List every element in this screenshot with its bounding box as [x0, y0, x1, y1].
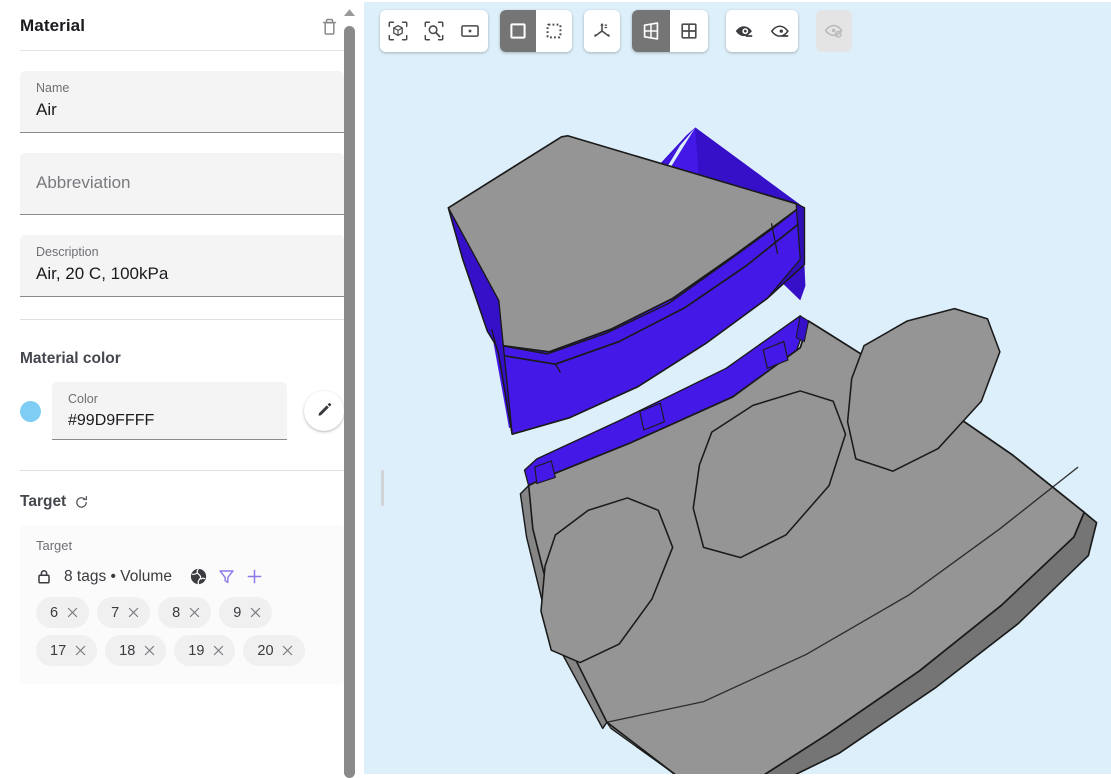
reset-visibility-group	[816, 10, 852, 52]
close-icon[interactable]	[211, 644, 225, 658]
tag-chip[interactable]: 18	[105, 635, 167, 666]
layout-group	[632, 10, 708, 52]
tag-chip[interactable]: 20	[243, 635, 305, 666]
tag-chip-label: 7	[111, 604, 120, 621]
page-title: Material	[20, 16, 86, 35]
zoom-window-button[interactable]	[452, 10, 488, 52]
target-box: Target 8 tags • Volume 6 7 8 9 17 18 19 …	[20, 525, 344, 684]
color-field-label: Color	[68, 392, 98, 406]
tag-chip[interactable]: 7	[97, 597, 151, 628]
panel-header: Material	[0, 0, 364, 42]
axes-group	[584, 10, 620, 52]
plus-icon[interactable]	[245, 567, 264, 586]
select-marquee-icon	[543, 20, 565, 42]
lock-icon[interactable]	[36, 568, 52, 585]
close-icon[interactable]	[65, 606, 79, 620]
selection-mode-group	[500, 10, 572, 52]
panel-splitter-handle[interactable]	[381, 470, 384, 506]
close-icon[interactable]	[142, 644, 156, 658]
axes-gizmo-button[interactable]	[584, 10, 620, 52]
target-heading: Target	[20, 493, 344, 511]
visibility-group	[726, 10, 798, 52]
globe-icon[interactable]	[189, 567, 208, 586]
name-field-label: Name	[36, 81, 70, 95]
hide-filled-icon	[733, 20, 755, 42]
quad-view-icon	[678, 20, 700, 42]
description-field[interactable]: Description Air, 20 C, 100kPa	[20, 235, 344, 297]
tags-summary-row: 8 tags • Volume	[36, 567, 328, 586]
material-color-heading-label: Material color	[20, 350, 121, 367]
select-solid-button[interactable]	[500, 10, 536, 52]
abbreviation-field[interactable]: Abbreviation	[20, 153, 344, 215]
target-box-label: Target	[36, 538, 73, 553]
select-marquee-button[interactable]	[536, 10, 572, 52]
3d-model-canvas[interactable]	[364, 2, 1111, 774]
close-icon[interactable]	[73, 644, 87, 658]
refresh-icon[interactable]	[74, 495, 89, 510]
restore-visibility-icon	[823, 20, 845, 42]
tag-chip-label: 19	[188, 642, 205, 659]
tag-chip[interactable]: 9	[219, 597, 273, 628]
zoom-fit-icon	[387, 20, 409, 42]
pencil-icon	[316, 400, 333, 422]
close-icon[interactable]	[187, 606, 201, 620]
panel-scroll-content: Material Name Air Abbreviation Descripti…	[0, 0, 364, 684]
tag-chip-label: 6	[50, 604, 59, 621]
tag-chip[interactable]: 6	[36, 597, 90, 628]
zoom-fit-button[interactable]	[380, 10, 416, 52]
section-divider-1	[20, 319, 344, 320]
hide-outline-icon	[769, 20, 791, 42]
target-heading-label: Target	[20, 493, 67, 510]
perspective-view-button[interactable]	[632, 10, 670, 52]
header-divider	[20, 50, 344, 51]
zoom-selection-button[interactable]	[416, 10, 452, 52]
restore-visibility-button	[816, 10, 852, 52]
close-icon[interactable]	[126, 606, 140, 620]
material-properties-panel: Material Name Air Abbreviation Descripti…	[0, 0, 364, 778]
viewport-toolbar	[380, 10, 852, 52]
zoom-group	[380, 10, 488, 52]
tag-chip-label: 9	[233, 604, 242, 621]
scrollbar-thumb[interactable]	[344, 26, 355, 778]
hide-filled-button[interactable]	[726, 10, 762, 52]
name-field-value: Air	[36, 100, 57, 119]
tag-chip-label: 18	[119, 642, 136, 659]
trash-icon[interactable]	[314, 11, 344, 41]
tag-chip-row-2: 17 18 19 20	[36, 635, 328, 666]
section-divider-2	[20, 470, 344, 471]
filter-icon[interactable]	[217, 567, 236, 586]
description-field-value: Air, 20 C, 100kPa	[36, 264, 169, 283]
material-color-row: Color #99D9FFFF	[20, 382, 344, 440]
zoom-selection-icon	[423, 20, 445, 42]
axes-gizmo-icon	[591, 20, 613, 42]
hide-outline-button[interactable]	[762, 10, 798, 52]
edit-color-button[interactable]	[304, 391, 344, 431]
3d-viewport[interactable]	[364, 2, 1111, 774]
material-color-heading: Material color	[20, 350, 344, 368]
name-field[interactable]: Name Air	[20, 71, 344, 133]
tag-chip[interactable]: 8	[158, 597, 212, 628]
tag-chip-label: 8	[172, 604, 181, 621]
close-icon[interactable]	[281, 644, 295, 658]
select-solid-icon	[507, 20, 529, 42]
tag-chip[interactable]: 19	[174, 635, 236, 666]
color-field-value: #99D9FFFF	[68, 412, 155, 429]
close-icon[interactable]	[248, 606, 262, 620]
scroll-up-arrow-icon[interactable]	[343, 8, 356, 17]
app-root: Material Name Air Abbreviation Descripti…	[0, 0, 1111, 778]
perspective-view-icon	[640, 20, 662, 42]
color-field[interactable]: Color #99D9FFFF	[52, 382, 287, 440]
tag-chip-label: 20	[257, 642, 274, 659]
tag-chip-label: 17	[50, 642, 67, 659]
tags-summary-label: 8 tags • Volume	[64, 567, 172, 585]
zoom-window-icon	[459, 20, 481, 42]
panel-scrollbar[interactable]	[343, 0, 356, 778]
description-field-label: Description	[36, 245, 99, 259]
color-swatch[interactable]	[20, 400, 41, 422]
tag-chip-row-1: 6 7 8 9	[36, 597, 328, 628]
quad-view-button[interactable]	[670, 10, 708, 52]
tag-chip[interactable]: 17	[36, 635, 98, 666]
abbreviation-field-placeholder: Abbreviation	[36, 173, 131, 192]
